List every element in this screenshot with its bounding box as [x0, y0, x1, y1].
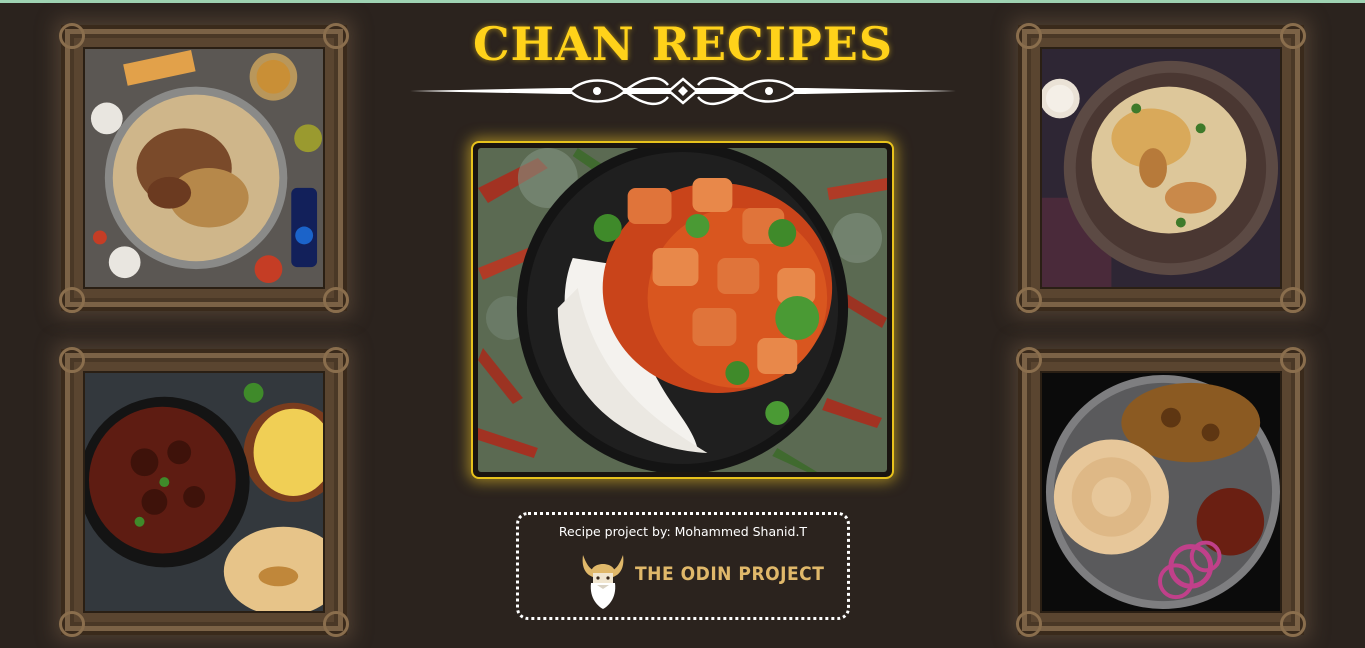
chicken-curry-rice-image[interactable] — [478, 148, 887, 472]
frame-ornament — [323, 611, 349, 637]
frame-ornament — [1280, 611, 1306, 637]
credit-box: Recipe project by: Mohammed Shanid.T THE… — [516, 512, 850, 620]
recipe-frame-top-right[interactable] — [1016, 23, 1306, 313]
recipe-frame-bottom-left[interactable] — [59, 347, 349, 637]
ornament-divider — [410, 77, 956, 105]
frame-ornament — [1280, 347, 1306, 373]
odin-project-link[interactable]: THE ODIN PROJECT — [635, 563, 824, 585]
frame-ornament — [323, 23, 349, 49]
beef-curry-dish-image[interactable] — [83, 371, 325, 613]
credit-text: Recipe project by: Mohammed Shanid.T — [558, 524, 808, 539]
recipe-frame-bottom-right[interactable] — [1016, 347, 1306, 637]
mandi-dish-image[interactable] — [83, 47, 325, 289]
frame-ornament — [59, 23, 85, 49]
frame-ornament — [1280, 287, 1306, 313]
frame-ornament — [1280, 23, 1306, 49]
frame-ornament — [1016, 611, 1042, 637]
frame-ornament — [323, 287, 349, 313]
frame-ornament — [323, 347, 349, 373]
frame-ornament — [59, 611, 85, 637]
page-title: CHAN RECIPES — [472, 17, 894, 71]
frame-ornament — [1016, 347, 1042, 373]
featured-recipe-frame[interactable] — [471, 141, 894, 479]
frame-ornament — [1016, 23, 1042, 49]
odin-viking-logo-icon[interactable] — [579, 549, 627, 609]
frame-ornament — [59, 347, 85, 373]
frame-ornament — [59, 287, 85, 313]
parotta-dish-image[interactable] — [1040, 371, 1282, 613]
frame-ornament — [1016, 287, 1042, 313]
recipe-frame-top-left[interactable] — [59, 23, 349, 313]
biryani-dish-image[interactable] — [1040, 47, 1282, 289]
